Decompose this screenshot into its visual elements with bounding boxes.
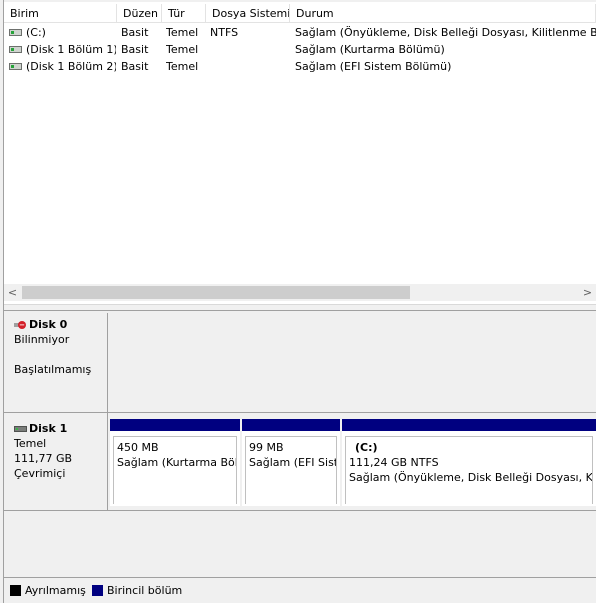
partition-recovery[interactable]: 450 MB Sağlam (Kurtarma Bölümü) bbox=[110, 419, 240, 506]
disk-size: 111,77 GB bbox=[14, 452, 73, 465]
partition-size: 99 MB bbox=[249, 441, 284, 454]
volume-row[interactable]: (Disk 1 Bölüm 1) Basit Temel Sağlam (Kur… bbox=[4, 41, 596, 58]
volume-name: (Disk 1 Bölüm 1) bbox=[26, 43, 116, 56]
disk-graphical-view: − Disk 0 Bilinmiyor Başlatılmamış Disk 1… bbox=[4, 311, 596, 577]
partition-header-bar bbox=[110, 419, 240, 431]
volume-status: Sağlam (Kurtarma Bölümü) bbox=[295, 43, 445, 56]
volume-icon bbox=[9, 29, 22, 36]
volume-status: Sağlam (EFI Sistem Bölümü) bbox=[295, 60, 452, 73]
column-header-volume[interactable]: Birim bbox=[4, 4, 117, 23]
volume-layout: Basit bbox=[121, 43, 149, 56]
volume-file-system bbox=[210, 58, 290, 75]
volume-row[interactable]: (C:) Basit Temel NTFS Sağlam (Önyükleme,… bbox=[4, 24, 596, 41]
disk-state: Çevrimiçi bbox=[14, 467, 66, 480]
legend-label: Birincil bölüm bbox=[107, 584, 183, 597]
disk-type: Bilinmiyor bbox=[14, 333, 70, 346]
volume-file-system: NTFS bbox=[210, 26, 239, 39]
partition-status: Sağlam (Kurtarma Bölümü) bbox=[117, 456, 237, 469]
column-header-layout[interactable]: Düzen bbox=[117, 4, 162, 23]
volume-type: Temel bbox=[166, 26, 199, 39]
partition-size: 450 MB bbox=[117, 441, 159, 454]
partition-header-bar bbox=[242, 419, 340, 431]
partition-status: Sağlam (EFI Sistem Bölümü) bbox=[249, 456, 336, 469]
volume-status: Sağlam (Önyükleme, Disk Belleği Dosyası,… bbox=[295, 26, 596, 39]
volume-file-system bbox=[210, 41, 290, 58]
legend-primary-partition: Birincil bölüm bbox=[92, 584, 182, 598]
pane-splitter[interactable] bbox=[4, 304, 596, 311]
disk-0-label[interactable]: − Disk 0 Bilinmiyor Başlatılmamış bbox=[4, 313, 108, 413]
scroll-left-icon[interactable]: < bbox=[4, 284, 21, 301]
disk-type: Temel bbox=[14, 437, 47, 450]
column-header-type[interactable]: Tür bbox=[162, 4, 206, 23]
volume-type: Temel bbox=[166, 43, 199, 56]
partition-efi[interactable]: 99 MB Sağlam (EFI Sistem Bölümü) bbox=[242, 419, 340, 506]
volume-name: (C:) bbox=[26, 26, 46, 39]
column-header-file-system[interactable]: Dosya Sistemi bbox=[206, 4, 290, 23]
disk-icon bbox=[14, 425, 27, 432]
scroll-right-icon[interactable]: > bbox=[579, 284, 596, 301]
disk-name: Disk 0 bbox=[29, 318, 68, 331]
column-header-status[interactable]: Durum bbox=[290, 4, 596, 23]
disk-1-label[interactable]: Disk 1 Temel 111,77 GB Çevrimiçi bbox=[4, 413, 108, 511]
partition-size: 111,24 GB NTFS bbox=[349, 456, 439, 469]
volume-layout: Basit bbox=[121, 60, 149, 73]
horizontal-scrollbar[interactable]: < > bbox=[4, 284, 596, 301]
partition-header-bar bbox=[342, 419, 596, 431]
legend: Ayrılmamış Birincil bölüm bbox=[4, 577, 596, 603]
volume-type: Temel bbox=[166, 60, 199, 73]
volume-list[interactable]: Birim Düzen Tür Dosya Sistemi Durum (C:)… bbox=[4, 2, 596, 304]
volume-name: (Disk 1 Bölüm 2) bbox=[26, 60, 116, 73]
legend-swatch bbox=[92, 585, 103, 596]
partition-status: Sağlam (Önyükleme, Disk Belleği Dosyası,… bbox=[349, 471, 593, 484]
volume-icon bbox=[9, 63, 22, 70]
unknown-disk-icon: − bbox=[14, 320, 27, 330]
volume-icon bbox=[9, 46, 22, 53]
legend-label: Ayrılmamış bbox=[25, 584, 86, 597]
disk-name: Disk 1 bbox=[29, 422, 68, 435]
legend-unallocated: Ayrılmamış bbox=[10, 584, 86, 598]
partition-title: (C:) bbox=[355, 441, 378, 454]
scrollbar-thumb[interactable] bbox=[22, 286, 410, 299]
disk-size bbox=[14, 347, 107, 362]
disk-state: Başlatılmamış bbox=[14, 363, 92, 376]
disk-1-space: 450 MB Sağlam (Kurtarma Bölümü) 99 MB Sa… bbox=[108, 413, 596, 511]
disk-0-space[interactable] bbox=[108, 313, 596, 413]
legend-swatch bbox=[10, 585, 21, 596]
volume-row[interactable]: (Disk 1 Bölüm 2) Basit Temel Sağlam (EFI… bbox=[4, 58, 596, 75]
volume-layout: Basit bbox=[121, 26, 149, 39]
partition-c[interactable]: (C:) 111,24 GB NTFS Sağlam (Önyükleme, D… bbox=[342, 419, 596, 506]
